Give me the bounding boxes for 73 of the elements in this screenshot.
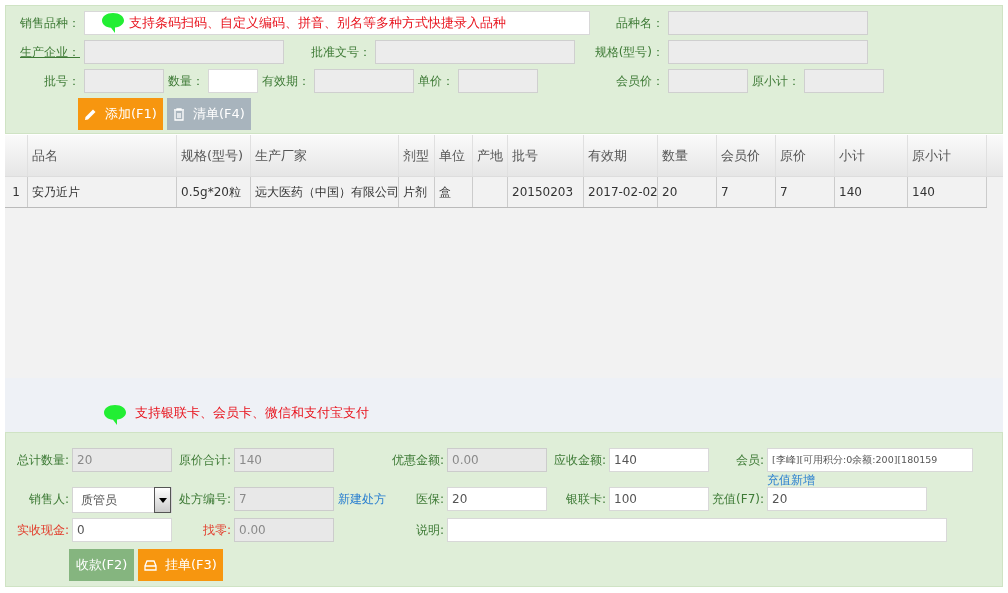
dropdown-caret-icon	[158, 497, 167, 503]
pencil-icon	[84, 107, 98, 121]
input-field[interactable]: [李峰][可用积分:0余额:200][180159	[767, 448, 973, 472]
field-label: 总计数量:	[15, 452, 70, 469]
table-cell: 片剂	[399, 177, 435, 207]
table-cell: 远大医药（中国）有限公司	[251, 177, 399, 207]
column-header: 批号	[508, 135, 584, 176]
field-label: 批准文号：	[310, 44, 372, 61]
table-cell: 20	[658, 177, 717, 207]
search-field[interactable]: 支持条码扫码、自定义编码、拼音、别名等多种方式快捷录入品种	[84, 11, 590, 35]
field-label: 医保:	[414, 491, 445, 508]
field-label: 会员价：	[615, 73, 665, 90]
action-button[interactable]: 收款(F2)	[69, 549, 134, 581]
field-label: 销售人:	[27, 491, 70, 508]
field-label: 生产企业：	[19, 44, 81, 61]
column-header: 生产厂家	[251, 135, 399, 176]
field-label: 优惠金额:	[390, 452, 445, 469]
column-header: 有效期	[584, 135, 658, 176]
field-label: 处方编号:	[177, 491, 232, 508]
input-field[interactable]: 0	[72, 518, 172, 542]
table-cell: 140	[908, 177, 987, 207]
row-number: 1	[5, 177, 28, 207]
field-label: 说明:	[414, 522, 445, 539]
column-header: 数量	[658, 135, 717, 176]
table-cell: 安乃近片	[28, 177, 177, 207]
select-field[interactable]: 质管员	[72, 487, 172, 513]
input-field[interactable]: 100	[609, 487, 709, 511]
field-label: 单价：	[417, 73, 455, 90]
table-cell: 7	[776, 177, 835, 207]
field-label: 原价合计:	[177, 452, 232, 469]
action-button[interactable]: 挂单(F3)	[138, 549, 223, 581]
field-label: 充值(F7):	[711, 491, 765, 508]
field-label: 销售品种：	[19, 15, 81, 32]
table-cell: 盒	[435, 177, 473, 207]
input-field[interactable]	[208, 69, 258, 93]
field-label: 找零:	[201, 522, 232, 539]
field-label: 品种名：	[615, 15, 665, 32]
field-label: 实收现金:	[15, 522, 70, 539]
table-cell: 140	[835, 177, 908, 207]
trash-icon	[173, 107, 186, 121]
input-field[interactable]: 20	[767, 487, 927, 511]
speech-bubble-icon	[101, 12, 125, 34]
column-header: 原价	[776, 135, 835, 176]
action-button[interactable]: 清单(F4)	[167, 98, 251, 130]
field-label: 会员:	[734, 452, 765, 469]
input-field[interactable]: 20	[447, 487, 547, 511]
payment-hint: 支持银联卡、会员卡、微信和支付宝支付	[135, 403, 369, 422]
field-label: 数量：	[167, 73, 205, 90]
column-header: 单位	[435, 135, 473, 176]
field-label: 原小计：	[751, 73, 801, 90]
column-header: 小计	[835, 135, 908, 176]
column-header: 剂型	[399, 135, 435, 176]
column-header: 会员价	[717, 135, 776, 176]
field-label: 规格(型号)：	[593, 44, 665, 61]
column-header: 产地	[473, 135, 508, 176]
column-header: 规格(型号)	[177, 135, 251, 176]
field-label: 有效期：	[261, 73, 311, 90]
table-cell: 2017-02-02	[584, 177, 658, 207]
input-field[interactable]	[447, 518, 947, 542]
action-button[interactable]: 添加(F1)	[78, 98, 163, 130]
recharge-link[interactable]: 充值新增	[767, 472, 973, 488]
table-cell: 0.5g*20粒	[177, 177, 251, 207]
input-hint: 支持条码扫码、自定义编码、拼音、别名等多种方式快捷录入品种	[129, 14, 506, 33]
field-label: 批号：	[43, 73, 81, 90]
column-header: 品名	[28, 135, 177, 176]
column-header: 原小计	[908, 135, 987, 176]
speech-bubble-icon	[103, 404, 127, 426]
field-label: 应收金额:	[552, 452, 607, 469]
table-cell: 20150203	[508, 177, 584, 207]
tray-icon	[144, 559, 158, 571]
field-label: 银联卡:	[564, 491, 607, 508]
input-field[interactable]: 140	[609, 448, 709, 472]
table-cell: 7	[717, 177, 776, 207]
